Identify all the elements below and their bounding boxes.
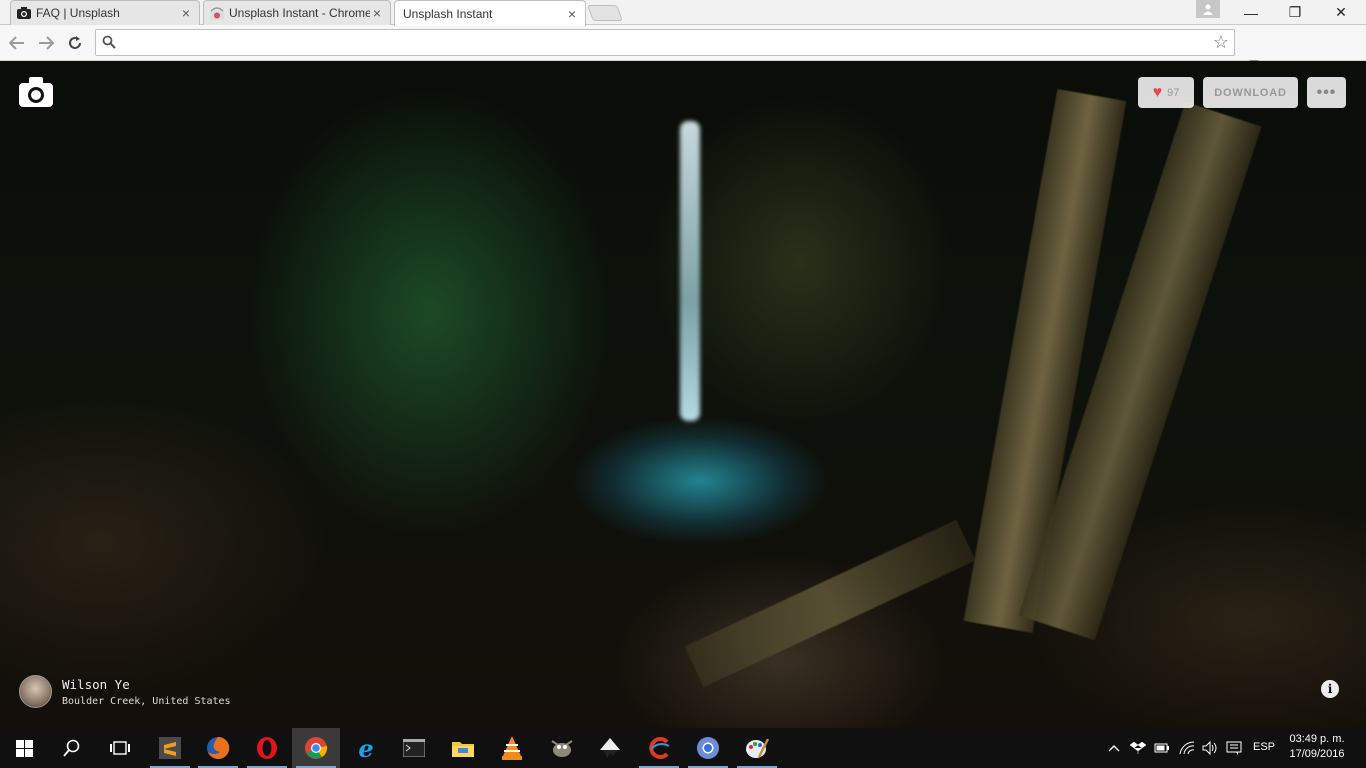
volume-icon[interactable] (1202, 740, 1218, 756)
gimp-icon[interactable] (538, 728, 586, 768)
photo-credit[interactable]: Wilson Ye Boulder Creek, United States (19, 675, 231, 708)
unsplash-camera-logo-icon[interactable] (19, 77, 53, 107)
wifi-icon[interactable] (1179, 740, 1195, 756)
command-prompt-icon[interactable] (390, 728, 438, 768)
like-count: 97 (1167, 86, 1180, 99)
chrome-webstore-icon (210, 6, 224, 20)
vlc-icon[interactable] (488, 728, 536, 768)
firefox-icon[interactable] (194, 728, 242, 768)
dropbox-icon[interactable] (1130, 740, 1146, 756)
clock-date: 17/09/2016 (1289, 748, 1345, 760)
system-clock[interactable]: 03:49 p. m. 17/09/2016 (1282, 732, 1352, 762)
chevron-up-icon[interactable] (1106, 740, 1122, 756)
like-button[interactable]: ♥ 97 (1138, 77, 1194, 108)
tab-title: Unsplash Instant (403, 6, 493, 21)
new-tab-button[interactable] (587, 5, 623, 21)
forward-arrow-icon[interactable] (36, 33, 56, 53)
info-icon[interactable]: i (1321, 680, 1339, 698)
sublime-text-icon[interactable] (146, 728, 194, 768)
heart-icon: ♥ (1152, 83, 1163, 101)
minimize-button[interactable]: — (1228, 0, 1274, 25)
photographer-name[interactable]: Wilson Ye (62, 677, 231, 692)
close-window-button[interactable]: ✕ (1318, 0, 1364, 25)
tab-title: FAQ | Unsplash (36, 6, 120, 20)
search-icon (102, 35, 116, 54)
chrome-icon[interactable] (292, 728, 340, 768)
chromium-icon[interactable] (684, 728, 732, 768)
opera-icon[interactable] (243, 728, 291, 768)
back-arrow-icon[interactable] (7, 33, 27, 53)
tab-close-icon[interactable]: × (565, 6, 579, 22)
photo-location: Boulder Creek, United States (62, 695, 231, 707)
address-input[interactable] (122, 34, 1202, 52)
restore-button[interactable]: ❐ (1272, 0, 1318, 25)
tab-strip: FAQ | Unsplash × Unsplash Instant - Chro… (0, 0, 1366, 26)
file-explorer-icon[interactable] (439, 728, 487, 768)
bookmark-star-icon[interactable]: ☆ (1213, 33, 1229, 51)
tab-faq-unsplash[interactable]: FAQ | Unsplash × (10, 0, 200, 25)
task-view-icon[interactable] (96, 728, 144, 768)
camera-icon (17, 6, 31, 20)
notifications-icon[interactable] (1226, 740, 1242, 756)
search-icon[interactable] (48, 728, 96, 768)
background-photo: ♥ 97 DOWNLOAD ••• Wilson Ye Boulder Cree… (0, 61, 1366, 728)
tab-unsplash-instant[interactable]: Unsplash Instant × (394, 0, 586, 26)
fallen-log (684, 519, 976, 688)
avatar[interactable] (19, 675, 52, 708)
windows-taskbar: e ESP 03:49 p. m. 17/09/2016 (0, 728, 1366, 768)
browser-toolbar: ☆ (0, 25, 1366, 76)
download-button[interactable]: DOWNLOAD (1203, 77, 1298, 108)
paint-icon[interactable] (733, 728, 781, 768)
inkscape-icon[interactable] (586, 728, 634, 768)
ccleaner-icon[interactable] (635, 728, 683, 768)
input-language[interactable]: ESP (1253, 741, 1275, 753)
more-options-button[interactable]: ••• (1307, 77, 1346, 108)
tab-close-icon[interactable]: × (370, 5, 384, 21)
battery-icon[interactable] (1154, 740, 1170, 756)
tab-webstore[interactable]: Unsplash Instant - Chrome × (203, 0, 391, 25)
profile-icon[interactable] (1196, 0, 1220, 18)
reload-icon[interactable] (65, 33, 85, 53)
address-bar[interactable]: ☆ (95, 29, 1235, 56)
start-button[interactable] (0, 728, 48, 768)
tab-close-icon[interactable]: × (179, 5, 193, 21)
clock-time: 03:49 p. m. (1289, 733, 1345, 745)
internet-explorer-icon[interactable]: e (342, 728, 390, 768)
tab-title: Unsplash Instant - Chrome (229, 6, 370, 20)
waterfall (680, 121, 700, 421)
